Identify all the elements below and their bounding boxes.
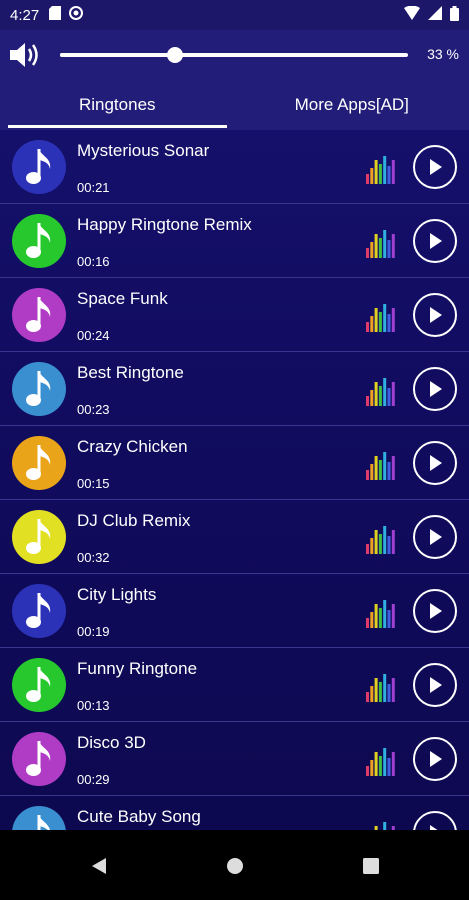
- ringtone-row[interactable]: Happy Ringtone Remix 00:16: [0, 204, 469, 278]
- ringtone-title: Mysterious Sonar: [77, 141, 210, 160]
- sync-icon: [69, 6, 84, 24]
- status-bar: 4:27: [0, 0, 469, 30]
- ringtone-title: Crazy Chicken: [77, 437, 188, 456]
- music-note-icon: [12, 214, 66, 268]
- music-note-icon: [12, 362, 66, 416]
- ringtone-list[interactable]: Mysterious Sonar 00:21 Happy Ringtone Remi…: [0, 130, 469, 830]
- ringtone-row[interactable]: Funny Ringtone 00:13: [0, 648, 469, 722]
- ringtone-duration: 00:23: [77, 402, 110, 417]
- play-button[interactable]: [413, 589, 457, 633]
- equalizer-icon: [366, 522, 396, 559]
- play-button[interactable]: [413, 441, 457, 485]
- ringtone-title: DJ Club Remix: [77, 511, 191, 530]
- play-button[interactable]: [413, 811, 457, 830]
- volume-slider[interactable]: [60, 47, 408, 63]
- ringtone-title: Funny Ringtone: [77, 659, 198, 678]
- ringtone-duration: 00:15: [77, 476, 110, 491]
- ringtone-title: Space Funk: [77, 289, 168, 308]
- music-note-icon: [12, 140, 66, 194]
- sd-card-icon: [49, 6, 62, 24]
- ringtone-title: Disco 3D: [77, 733, 146, 752]
- ringtone-duration: 00:21: [77, 180, 110, 195]
- play-icon: [430, 529, 442, 545]
- back-triangle-icon[interactable]: [90, 857, 108, 880]
- play-button[interactable]: [413, 367, 457, 411]
- tab-bar: Ringtones More Apps[AD]: [0, 80, 469, 130]
- play-icon: [430, 751, 442, 767]
- ringtone-duration: 00:16: [77, 254, 110, 269]
- recents-square-icon[interactable]: [362, 857, 380, 880]
- volume-percent: 33 %: [427, 46, 459, 62]
- play-button[interactable]: [413, 515, 457, 559]
- ringtone-title: Cute Baby Song: [77, 807, 201, 826]
- ringtone-row[interactable]: Space Funk 00:24: [0, 278, 469, 352]
- wifi-icon: [404, 5, 420, 24]
- play-button[interactable]: [413, 663, 457, 707]
- ringtone-row[interactable]: Mysterious Sonar 00:21: [0, 130, 469, 204]
- equalizer-icon: [366, 670, 396, 707]
- ringtone-duration: 00:19: [77, 624, 110, 639]
- equalizer-icon: [366, 744, 396, 781]
- volume-bar: 33 %: [0, 30, 469, 80]
- ringtone-title: Happy Ringtone Remix: [77, 215, 252, 234]
- ringtone-row[interactable]: Best Ringtone 00:23: [0, 352, 469, 426]
- music-note-icon: [12, 658, 66, 712]
- equalizer-icon: [366, 152, 396, 189]
- ringtone-row[interactable]: Disco 3D 00:29: [0, 722, 469, 796]
- ringtone-row[interactable]: DJ Club Remix 00:32: [0, 500, 469, 574]
- ringtone-row[interactable]: Crazy Chicken 00:15: [0, 426, 469, 500]
- ringtone-duration: 00:32: [77, 550, 110, 565]
- play-button[interactable]: [413, 219, 457, 263]
- play-icon: [430, 307, 442, 323]
- ringtone-row[interactable]: City Lights 00:19: [0, 574, 469, 648]
- music-note-icon: [12, 806, 66, 830]
- music-note-icon: [12, 436, 66, 490]
- equalizer-icon: [366, 818, 396, 830]
- home-circle-icon[interactable]: [226, 857, 244, 880]
- equalizer-icon: [366, 226, 396, 263]
- play-button[interactable]: [413, 293, 457, 337]
- ringtone-duration: 00:24: [77, 328, 110, 343]
- play-icon: [430, 677, 442, 693]
- music-note-icon: [12, 288, 66, 342]
- play-button[interactable]: [413, 145, 457, 189]
- tab-more-apps[interactable]: More Apps[AD]: [235, 80, 469, 130]
- ringtone-title: Best Ringtone: [77, 363, 184, 382]
- equalizer-icon: [366, 448, 396, 485]
- equalizer-icon: [366, 374, 396, 411]
- ringtone-row[interactable]: Cute Baby Song: [0, 796, 469, 830]
- battery-icon: [450, 5, 459, 25]
- music-note-icon: [12, 584, 66, 638]
- play-icon: [430, 233, 442, 249]
- volume-slider-fill: [60, 53, 175, 57]
- music-note-icon: [12, 510, 66, 564]
- ringtone-duration: 00:29: [77, 772, 110, 787]
- music-note-icon: [12, 732, 66, 786]
- play-button[interactable]: [413, 737, 457, 781]
- play-icon: [430, 455, 442, 471]
- ringtone-title: City Lights: [77, 585, 157, 604]
- volume-slider-thumb[interactable]: [166, 47, 183, 63]
- play-icon: [430, 381, 442, 397]
- play-icon: [430, 603, 442, 619]
- tab-ringtones[interactable]: Ringtones: [0, 80, 235, 130]
- signal-icon: [428, 6, 442, 24]
- equalizer-icon: [366, 300, 396, 337]
- speaker-icon[interactable]: [8, 40, 42, 75]
- equalizer-icon: [366, 596, 396, 633]
- play-icon: [430, 159, 442, 175]
- ringtone-duration: 00:13: [77, 698, 110, 713]
- status-time: 4:27: [10, 6, 40, 24]
- system-nav-bar: [0, 830, 469, 900]
